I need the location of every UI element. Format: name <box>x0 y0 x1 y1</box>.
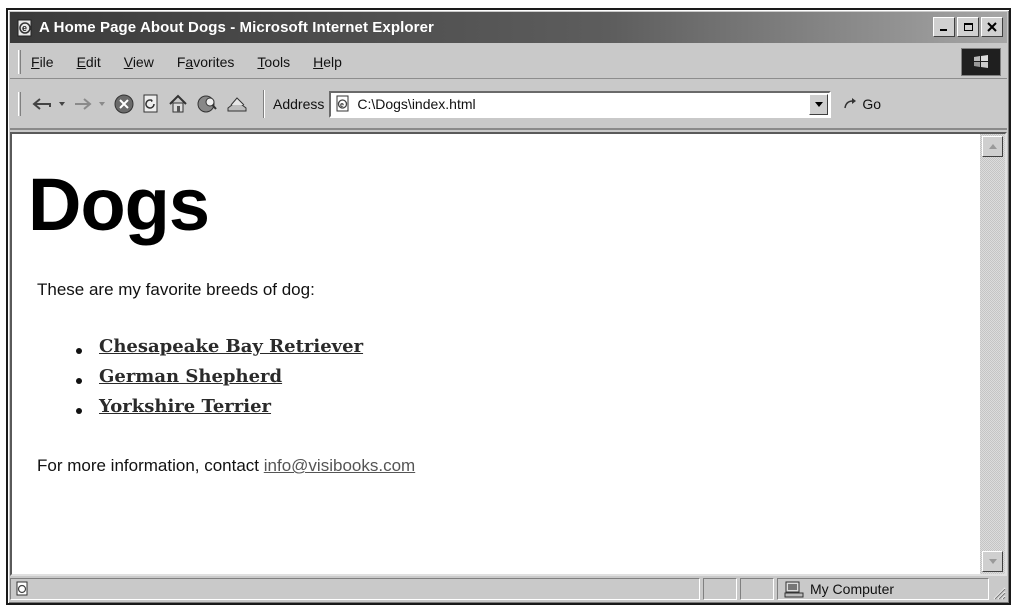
status-message-panel <box>10 577 700 600</box>
back-dropdown[interactable] <box>59 91 65 117</box>
svg-text:e: e <box>340 102 344 109</box>
refresh-icon <box>143 94 158 113</box>
list-item: Yorkshire Terrier <box>76 396 363 426</box>
menu-favorites[interactable]: Favorites <box>177 54 235 70</box>
go-label: Go <box>862 96 882 112</box>
address-label: Address <box>273 96 325 112</box>
maximize-button[interactable] <box>957 17 979 37</box>
resize-grip-icon[interactable] <box>992 586 1006 600</box>
back-arrow-icon <box>32 98 51 110</box>
windows-logo-throbber <box>961 48 1001 76</box>
dropdown-arrow-icon <box>814 101 823 107</box>
forward-button[interactable] <box>73 91 93 117</box>
minimize-icon <box>940 29 947 31</box>
back-button[interactable] <box>31 91 53 117</box>
forward-arrow-icon <box>75 98 92 110</box>
title-bar[interactable]: e A Home Page About Dogs - Microsoft Int… <box>10 12 1007 43</box>
breed-list: Chesapeake Bay Retriever German Shepherd… <box>76 336 363 426</box>
home-button[interactable] <box>167 91 189 117</box>
email-link[interactable]: info@visibooks.com <box>264 456 415 475</box>
scroll-down-button[interactable] <box>982 551 1003 572</box>
go-arrow-icon <box>844 98 857 109</box>
down-arrow-icon <box>988 559 997 564</box>
home-icon <box>169 94 187 113</box>
standard-toolbar: Address e Go <box>10 80 1007 130</box>
search-globe-icon <box>197 95 217 113</box>
maximize-icon <box>963 23 973 31</box>
breed-link[interactable]: Chesapeake Bay Retriever <box>99 336 363 357</box>
menu-file[interactable]: File <box>31 54 54 70</box>
status-panel-empty <box>703 577 737 600</box>
menu-bar: File Edit View Favorites Tools Help <box>10 45 1007 79</box>
forward-dropdown[interactable] <box>99 91 105 117</box>
status-bar: My Computer <box>10 576 1007 601</box>
close-button[interactable] <box>981 17 1003 37</box>
page-heading: Dogs <box>28 163 210 246</box>
refresh-button[interactable] <box>141 91 161 117</box>
breed-link[interactable]: German Shepherd <box>99 366 282 387</box>
small-dropdown-arrow-icon <box>59 102 65 106</box>
page-status-icon <box>16 581 28 595</box>
window-title: A Home Page About Dogs - Microsoft Inter… <box>39 19 434 36</box>
browser-window: e A Home Page About Dogs - Microsoft Int… <box>6 8 1011 605</box>
ie-page-icon: e <box>17 19 32 36</box>
my-computer-icon <box>784 581 804 597</box>
search-button[interactable] <box>195 91 219 117</box>
scroll-up-button[interactable] <box>982 136 1003 157</box>
web-page: Dogs These are my favorite breeds of dog… <box>24 134 975 574</box>
page-viewport[interactable]: Dogs These are my favorite breeds of dog… <box>10 132 1007 576</box>
contact-label: For more information, contact <box>37 456 264 475</box>
menu-grip[interactable] <box>18 49 21 74</box>
favorites-button[interactable] <box>225 91 249 117</box>
toolbar-grip[interactable] <box>18 92 21 116</box>
list-item: German Shepherd <box>76 366 363 396</box>
stop-icon <box>114 94 134 114</box>
contact-text: For more information, contact info@visib… <box>37 456 415 476</box>
menu-tools[interactable]: Tools <box>257 54 290 70</box>
vertical-scrollbar[interactable] <box>980 134 1005 574</box>
zone-panel: My Computer <box>777 577 989 600</box>
zone-text: My Computer <box>810 580 895 597</box>
menu-help[interactable]: Help <box>313 54 342 70</box>
page-icon: e <box>336 95 349 112</box>
menu-view[interactable]: View <box>124 54 154 70</box>
up-arrow-icon <box>988 144 997 149</box>
windows-logo-icon <box>974 55 988 68</box>
stop-button[interactable] <box>113 91 135 117</box>
menu-edit[interactable]: Edit <box>77 54 101 70</box>
go-button[interactable]: Go <box>843 96 881 112</box>
close-icon <box>987 22 997 32</box>
svg-text:e: e <box>22 23 27 33</box>
address-dropdown-button[interactable] <box>809 93 829 115</box>
address-input[interactable] <box>357 96 778 112</box>
toolbar-separator <box>263 90 265 118</box>
address-bar[interactable]: e <box>329 90 832 118</box>
intro-text: These are my favorite breeds of dog: <box>37 280 315 299</box>
minimize-button[interactable] <box>933 17 955 37</box>
breed-link[interactable]: Yorkshire Terrier <box>99 396 271 417</box>
favorites-icon <box>227 97 247 112</box>
status-panel-empty <box>740 577 774 600</box>
list-item: Chesapeake Bay Retriever <box>76 336 363 366</box>
small-dropdown-arrow-icon <box>99 102 105 106</box>
